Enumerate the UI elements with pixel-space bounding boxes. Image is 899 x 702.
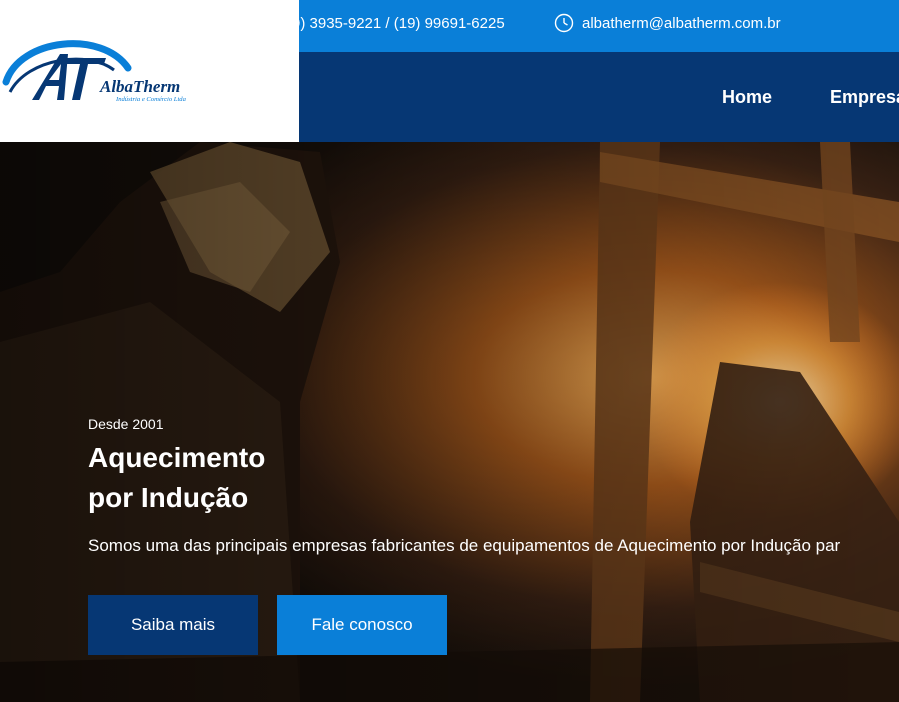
email-contact[interactable]: albatherm@albatherm.com.br (554, 13, 781, 33)
clock-icon (554, 13, 574, 33)
saiba-mais-button[interactable]: Saiba mais (88, 595, 258, 655)
hero-title: Aquecimento por Indução (88, 438, 348, 518)
page: 9) 3935-9221 / (19) 99691-6225 albatherm… (0, 0, 899, 702)
hero-banner: Desde 2001 Aquecimento por Indução Somos… (0, 142, 899, 702)
email-address[interactable]: albatherm@albatherm.com.br (582, 15, 781, 32)
nav-menu: Home Empresa (722, 87, 899, 108)
hero-subtitle: Somos uma das principais empresas fabric… (88, 536, 841, 555)
hero-title-line1: Aquecimento (88, 442, 266, 473)
nav-item-home[interactable]: Home (722, 87, 772, 108)
logo-tagline: Indústria e Comércio Ltda (115, 96, 187, 103)
albatherm-logo: AlbaTherm Indústria e Comércio Ltda (2, 40, 187, 103)
hero-title-line2: por Indução (88, 482, 249, 513)
fale-conosco-button[interactable]: Fale conosco (277, 595, 447, 655)
nav-item-empresa[interactable]: Empresa (830, 87, 899, 108)
hero-eyebrow: Desde 2001 (88, 416, 164, 432)
logo[interactable]: AlbaTherm Indústria e Comércio Ltda (0, 0, 299, 142)
logo-brand: AlbaTherm (99, 77, 180, 96)
phone-numbers[interactable]: 9) 3935-9221 / (19) 99691-6225 (292, 15, 505, 32)
